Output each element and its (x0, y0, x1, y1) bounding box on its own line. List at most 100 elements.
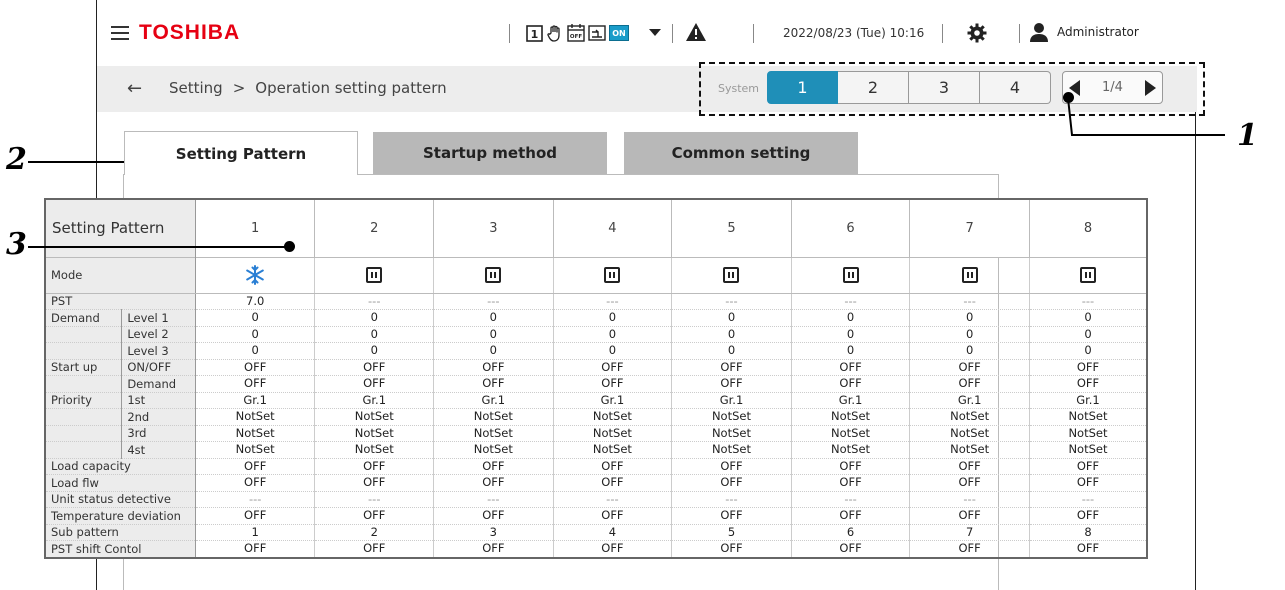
table-cell[interactable]: OFF (314, 458, 435, 475)
system-button-3[interactable]: 3 (909, 71, 980, 104)
table-cell[interactable]: OFF (433, 474, 554, 492)
table-cell[interactable]: NotSet (433, 425, 554, 442)
table-cell[interactable]: NotSet (314, 425, 435, 442)
table-cell[interactable]: NotSet (553, 425, 673, 442)
pause-mode-icon[interactable] (1029, 256, 1148, 294)
pattern-column-header[interactable]: 5 (671, 199, 792, 257)
table-cell[interactable]: 5 (671, 524, 792, 541)
table-cell[interactable]: --- (791, 293, 911, 310)
pause-mode-icon[interactable] (671, 256, 792, 294)
table-cell[interactable]: 0 (195, 342, 316, 360)
table-cell[interactable]: OFF (1029, 540, 1148, 558)
table-cell[interactable]: NotSet (671, 441, 792, 459)
table-cell[interactable]: NotSet (314, 441, 435, 459)
table-cell[interactable]: OFF (195, 540, 316, 558)
table-cell[interactable]: 3 (433, 524, 554, 541)
table-cell[interactable]: NotSet (314, 408, 435, 426)
table-cell[interactable]: 0 (909, 326, 1030, 343)
table-cell[interactable]: 0 (433, 342, 554, 360)
warning-icon[interactable] (685, 22, 707, 42)
table-cell[interactable]: --- (433, 491, 554, 508)
table-cell[interactable]: --- (671, 293, 792, 310)
table-cell[interactable]: OFF (553, 474, 673, 492)
table-cell[interactable]: Gr.1 (314, 392, 435, 409)
hamburger-icon[interactable] (111, 26, 129, 40)
tab-setting-pattern[interactable]: Setting Pattern (124, 131, 358, 175)
table-cell[interactable]: OFF (909, 474, 1030, 492)
table-cell[interactable]: NotSet (791, 408, 911, 426)
table-cell[interactable]: OFF (791, 540, 911, 558)
table-cell[interactable]: OFF (671, 375, 792, 393)
table-cell[interactable]: OFF (1029, 375, 1148, 393)
table-cell[interactable]: NotSet (195, 425, 316, 442)
table-cell[interactable]: OFF (195, 474, 316, 492)
table-cell[interactable]: OFF (553, 458, 673, 475)
table-cell[interactable]: OFF (791, 458, 911, 475)
table-cell[interactable]: 4 (553, 524, 673, 541)
table-cell[interactable]: OFF (909, 458, 1030, 475)
table-cell[interactable]: 6 (791, 524, 911, 541)
user-menu[interactable]: Administrator (1029, 22, 1139, 42)
table-cell[interactable]: OFF (1029, 458, 1148, 475)
pattern-column-header[interactable]: 4 (553, 199, 673, 257)
table-cell[interactable]: OFF (553, 507, 673, 525)
table-cell[interactable]: --- (553, 491, 673, 508)
table-cell[interactable]: NotSet (671, 425, 792, 442)
table-cell[interactable]: OFF (909, 507, 1030, 525)
table-cell[interactable]: 0 (195, 326, 316, 343)
table-cell[interactable]: NotSet (553, 441, 673, 459)
pattern-column-header[interactable]: 7 (909, 199, 1030, 257)
table-cell[interactable]: 0 (1029, 309, 1148, 327)
table-cell[interactable]: 0 (671, 342, 792, 360)
table-cell[interactable]: --- (909, 491, 1030, 508)
table-cell[interactable]: NotSet (433, 441, 554, 459)
table-cell[interactable]: --- (1029, 293, 1148, 310)
table-cell[interactable]: OFF (195, 507, 316, 525)
table-cell[interactable]: NotSet (1029, 441, 1148, 459)
table-cell[interactable]: 0 (314, 326, 435, 343)
tab-common-setting[interactable]: Common setting (624, 132, 858, 174)
table-cell[interactable]: 0 (433, 326, 554, 343)
table-cell[interactable]: NotSet (791, 425, 911, 442)
table-cell[interactable]: 0 (909, 342, 1030, 360)
table-cell[interactable]: 0 (909, 309, 1030, 327)
table-cell[interactable]: OFF (791, 507, 911, 525)
table-cell[interactable]: OFF (195, 375, 316, 393)
table-cell[interactable]: OFF (314, 375, 435, 393)
table-cell[interactable]: Gr.1 (791, 392, 911, 409)
table-cell[interactable]: OFF (791, 474, 911, 492)
table-cell[interactable]: Gr.1 (195, 392, 316, 409)
table-cell[interactable]: NotSet (671, 408, 792, 426)
table-cell[interactable]: Gr.1 (671, 392, 792, 409)
table-cell[interactable]: OFF (671, 458, 792, 475)
table-cell[interactable]: 1 (195, 524, 316, 541)
table-cell[interactable]: NotSet (553, 408, 673, 426)
table-cell[interactable]: 0 (553, 342, 673, 360)
table-cell[interactable]: OFF (671, 359, 792, 376)
table-cell[interactable]: OFF (314, 474, 435, 492)
table-cell[interactable]: NotSet (433, 408, 554, 426)
table-cell[interactable]: OFF (909, 540, 1030, 558)
table-cell[interactable]: 0 (314, 309, 435, 327)
table-cell[interactable]: OFF (791, 375, 911, 393)
table-cell[interactable]: 0 (553, 309, 673, 327)
table-cell[interactable]: NotSet (195, 441, 316, 459)
table-cell[interactable]: 0 (1029, 326, 1148, 343)
table-cell[interactable]: OFF (553, 540, 673, 558)
pattern-column-header[interactable]: 2 (314, 199, 435, 257)
table-cell[interactable]: OFF (433, 458, 554, 475)
table-cell[interactable]: NotSet (909, 408, 1030, 426)
table-cell[interactable]: OFF (314, 507, 435, 525)
dropdown-icon[interactable] (649, 29, 661, 36)
table-cell[interactable]: --- (314, 491, 435, 508)
table-cell[interactable]: OFF (671, 540, 792, 558)
table-cell[interactable]: 0 (314, 342, 435, 360)
table-cell[interactable]: NotSet (909, 441, 1030, 459)
table-cell[interactable]: --- (433, 293, 554, 310)
table-cell[interactable]: 0 (1029, 342, 1148, 360)
cool-mode-icon[interactable] (195, 256, 316, 294)
table-cell[interactable]: NotSet (1029, 408, 1148, 426)
back-arrow-icon[interactable]: ← (127, 78, 142, 99)
pause-mode-icon[interactable] (433, 256, 554, 294)
breadcrumb-parent[interactable]: Setting (169, 79, 223, 97)
